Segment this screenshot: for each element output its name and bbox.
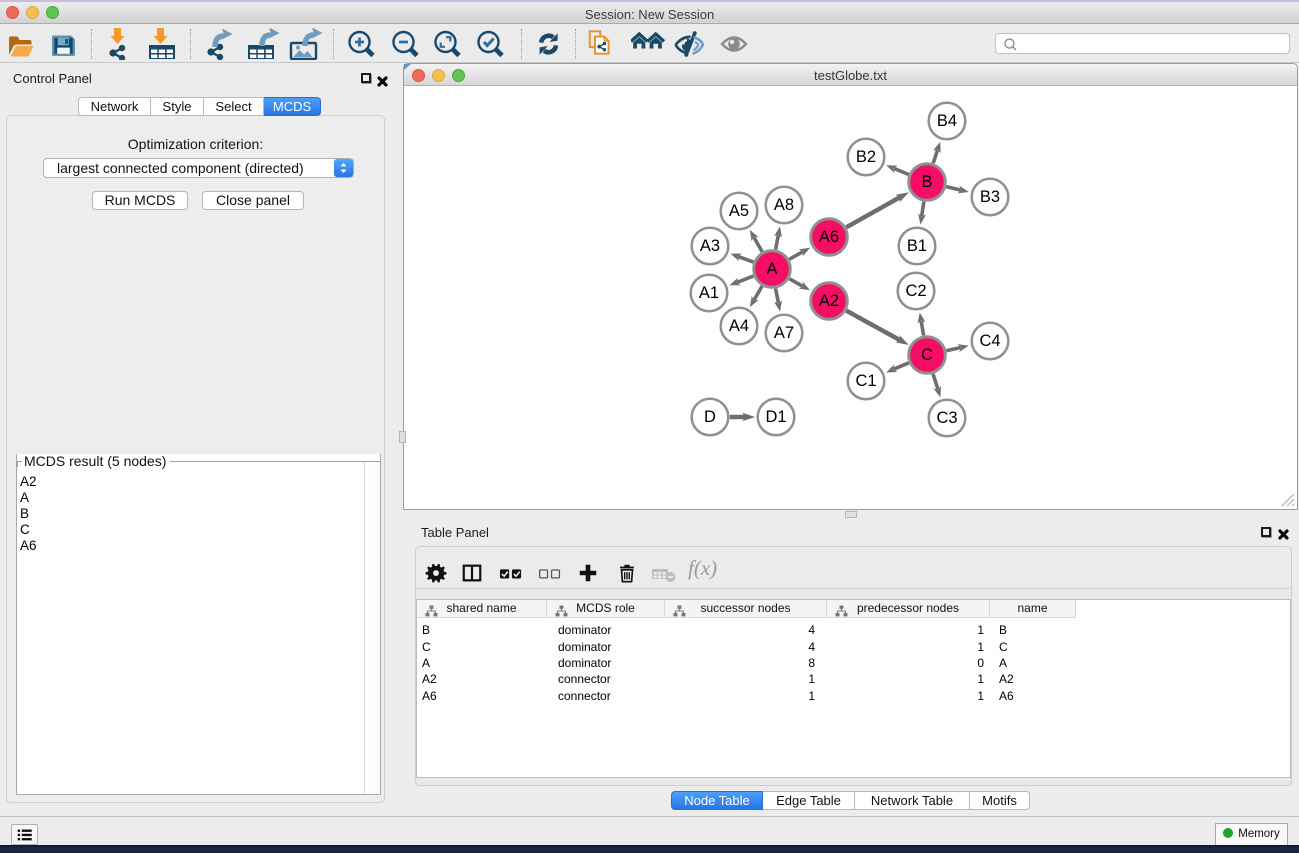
svg-text:D1: D1 xyxy=(765,408,786,426)
svg-text:A7: A7 xyxy=(774,324,794,342)
svg-text:C1: C1 xyxy=(855,372,876,390)
svg-text:B1: B1 xyxy=(907,237,927,255)
svg-text:C2: C2 xyxy=(905,282,926,300)
svg-text:C3: C3 xyxy=(936,409,957,427)
svg-text:A6: A6 xyxy=(819,228,839,246)
svg-text:A3: A3 xyxy=(700,237,720,255)
svg-text:A8: A8 xyxy=(774,196,794,214)
svg-text:B: B xyxy=(921,173,932,191)
svg-text:A5: A5 xyxy=(729,202,749,220)
svg-text:A: A xyxy=(766,260,777,278)
svg-text:A4: A4 xyxy=(729,317,749,335)
svg-text:C4: C4 xyxy=(979,332,1000,350)
svg-text:B4: B4 xyxy=(937,112,957,130)
svg-text:A1: A1 xyxy=(699,284,719,302)
svg-text:B3: B3 xyxy=(980,188,1000,206)
svg-text:C: C xyxy=(921,346,933,364)
svg-text:D: D xyxy=(704,408,716,426)
svg-text:B2: B2 xyxy=(856,148,876,166)
svg-text:A2: A2 xyxy=(819,292,839,310)
